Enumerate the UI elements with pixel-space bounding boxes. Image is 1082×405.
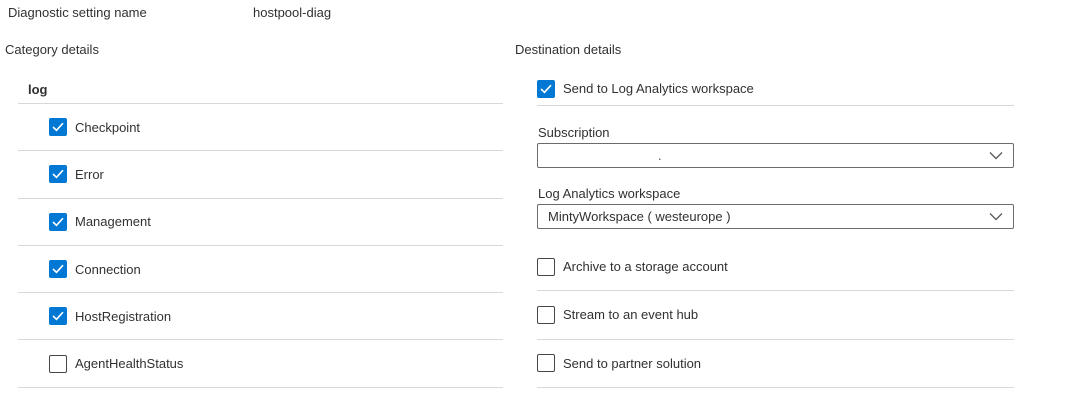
- management-checkbox[interactable]: [49, 212, 67, 231]
- archive-storage-row[interactable]: Archive to a storage account: [537, 243, 1014, 292]
- destination-options-list: Archive to a storage account Stream to a…: [537, 243, 1014, 388]
- chevron-down-icon: [989, 213, 1003, 221]
- stream-event-hub-row[interactable]: Stream to an event hub: [537, 291, 1014, 340]
- diagnostic-settings-panel: Diagnostic setting name hostpool-diag Ca…: [0, 0, 1082, 405]
- category-row-label: Management: [75, 214, 151, 230]
- check-icon: [540, 84, 552, 93]
- stream-event-hub-checkbox[interactable]: [537, 305, 555, 324]
- check-icon: [52, 170, 64, 179]
- send-partner-solution-checkbox[interactable]: [537, 354, 555, 373]
- category-row-label: Error: [75, 166, 104, 182]
- archive-storage-checkbox[interactable]: [537, 257, 555, 276]
- agenthealthstatus-checkbox[interactable]: [49, 354, 67, 373]
- checkpoint-checkbox[interactable]: [49, 118, 67, 137]
- log-analytics-workspace-label: Log Analytics workspace: [538, 186, 681, 201]
- category-row-label: AgentHealthStatus: [75, 356, 184, 372]
- category-row-connection[interactable]: Connection: [18, 246, 503, 294]
- send-to-log-analytics-row[interactable]: Send to Log Analytics workspace: [537, 72, 1014, 106]
- check-icon: [52, 217, 64, 227]
- check-icon: [52, 311, 64, 321]
- log-analytics-workspace-value: MintyWorkspace ( westeurope ): [548, 209, 731, 224]
- subscription-label: Subscription: [538, 125, 610, 140]
- category-list: Checkpoint Error Management Connection H…: [18, 104, 503, 388]
- destination-option-label: Archive to a storage account: [563, 259, 728, 275]
- category-details-heading: Category details: [5, 42, 99, 57]
- log-analytics-workspace-dropdown[interactable]: MintyWorkspace ( westeurope ): [537, 204, 1014, 229]
- destination-details-heading: Destination details: [515, 42, 622, 57]
- connection-checkbox[interactable]: [49, 260, 67, 279]
- chevron-down-icon: [989, 152, 1003, 160]
- destination-option-label: Stream to an event hub: [563, 307, 699, 323]
- category-row-label: HostRegistration: [75, 308, 172, 324]
- check-icon: [52, 264, 64, 274]
- error-checkbox[interactable]: [49, 165, 67, 184]
- destination-option-label: Send to partner solution: [563, 355, 702, 371]
- category-row-checkpoint[interactable]: Checkpoint: [18, 104, 503, 152]
- send-partner-solution-row[interactable]: Send to partner solution: [537, 340, 1014, 388]
- log-group-header: log: [18, 80, 503, 104]
- send-to-log-analytics-checkbox[interactable]: [537, 79, 555, 98]
- category-row-management[interactable]: Management: [18, 199, 503, 246]
- category-row-hostregistration[interactable]: HostRegistration: [18, 293, 503, 341]
- hostregistration-checkbox[interactable]: [49, 307, 67, 326]
- category-row-error[interactable]: Error: [18, 151, 503, 199]
- category-row-label: Checkpoint: [75, 119, 141, 135]
- subscription-dropdown[interactable]: .: [537, 143, 1014, 168]
- check-icon: [52, 122, 64, 132]
- log-group-label: log: [28, 82, 48, 97]
- send-to-log-analytics-label: Send to Log Analytics workspace: [563, 81, 754, 96]
- diagnostic-setting-name-value[interactable]: hostpool-diag: [253, 5, 331, 20]
- diagnostic-setting-name-label: Diagnostic setting name: [8, 5, 147, 20]
- subscription-value: .: [658, 148, 662, 163]
- category-row-agenthealthstatus[interactable]: AgentHealthStatus: [18, 340, 503, 388]
- category-row-label: Connection: [75, 261, 141, 277]
